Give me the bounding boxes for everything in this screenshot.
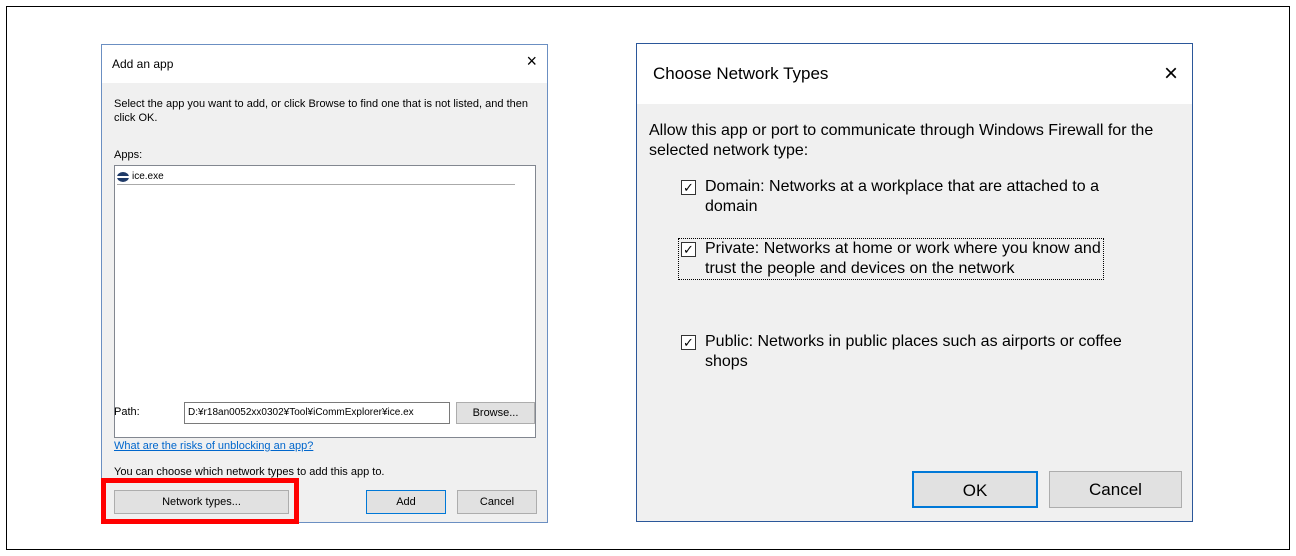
check-icon[interactable]: ✓ [681,242,696,257]
network-hint: You can choose which network types to ad… [114,466,385,478]
add-button[interactable]: Add [366,490,446,514]
browse-button[interactable]: Browse... [456,402,535,424]
close-icon[interactable]: × [1164,62,1178,86]
path-input[interactable]: D:¥r18an0052xx0302¥Tool¥iCommExplorer¥ic… [184,402,450,424]
add-app-titlebar: Add an app × [102,45,547,83]
list-item[interactable]: ice.exe [117,169,515,185]
cancel-button[interactable]: Cancel [457,490,537,514]
close-icon[interactable]: × [526,52,537,70]
network-types-dialog: Choose Network Types × Allow this app or… [636,43,1193,522]
public-checkbox[interactable]: ✓ Public: Networks in public places such… [679,332,1149,372]
dialog-title: Choose Network Types [653,64,829,83]
path-label: Path: [114,406,140,418]
private-label: Private: Networks at home or work where … [705,240,1101,277]
public-label: Public: Networks in public places such a… [705,333,1122,370]
app-name: ice.exe [132,171,164,182]
app-icon [117,171,129,182]
cancel-button[interactable]: Cancel [1049,471,1182,508]
apps-label: Apps: [114,149,143,161]
risks-link[interactable]: What are the risks of unblocking an app? [114,440,313,452]
check-icon[interactable]: ✓ [681,180,696,195]
domain-checkbox[interactable]: ✓ Domain: Networks at a workplace that a… [679,177,1149,217]
highlight-box [101,478,299,524]
network-types-titlebar: Choose Network Types × [637,44,1192,104]
private-checkbox[interactable]: ✓ Private: Networks at home or work wher… [678,238,1104,280]
dialog-title: Add an app [112,57,174,71]
intro-text: Allow this app or port to communicate th… [649,122,1154,159]
domain-label: Domain: Networks at a workplace that are… [705,178,1099,215]
add-app-dialog: Add an app × Select the app you want to … [101,44,548,523]
ok-button[interactable]: OK [912,471,1038,508]
apps-listbox[interactable]: ice.exe [114,165,536,438]
dialog-description: Select the app you want to add, or click… [114,98,528,124]
check-icon[interactable]: ✓ [681,335,696,350]
